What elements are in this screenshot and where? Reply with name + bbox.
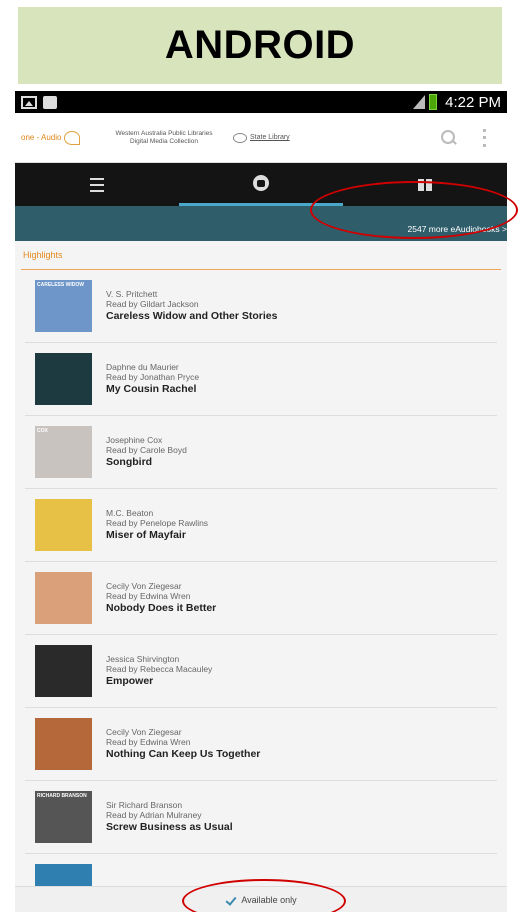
phone-screen: 4:22 PM one - Audio Western Australia Pu… — [15, 91, 507, 912]
book-reader: Read by Edwina Wren — [106, 591, 191, 601]
state-library-icon — [233, 132, 247, 143]
brand-logo[interactable]: one - Audio — [21, 130, 99, 145]
library-name-line2: Digital Media Collection — [130, 137, 198, 145]
app-header: one - Audio Western Australia Public Lib… — [15, 113, 507, 163]
book-meta: Daphne du Maurier Read by Jonathan Pryce M… — [106, 362, 199, 396]
book-reader: Read by Carole Boyd — [106, 445, 187, 455]
book-title: My Cousin Rachel — [106, 383, 197, 395]
book-title: Screw Business as Usual — [106, 821, 233, 833]
book-list-item[interactable]: Cecily Von Ziegesar Read by Edwina Wren No… — [25, 562, 497, 635]
book-meta: Jessica Shirvington Read by Rebecca Macau… — [106, 654, 212, 688]
book-author: Jessica Shirvington — [106, 654, 180, 664]
book-meta: Cecily Von Ziegesar Read by Edwina Wren No… — [106, 727, 260, 761]
state-library-logo: State Library — [233, 132, 290, 143]
status-time: 4:22 PM — [445, 93, 501, 111]
brand-swoosh-icon — [64, 130, 81, 145]
book-list-item[interactable]: CARELESS WIDOW V. S. Pritchett Read by Gil… — [25, 270, 497, 343]
more-audiobooks-link[interactable]: 2547 more eAudiobooks > — [408, 224, 507, 234]
book-author: Josephine Cox — [106, 435, 163, 445]
book-cover-image — [35, 645, 92, 697]
book-author: Sir Richard Branson — [106, 800, 183, 810]
book-author: Daphne du Maurier — [106, 362, 179, 372]
brand-name: one - Audio — [21, 133, 62, 142]
book-cover-image — [35, 353, 92, 405]
book-list-item[interactable]: Cecily Von Ziegesar Read by Edwina Wren No… — [25, 708, 497, 781]
book-list-item[interactable]: COX Josephine Cox Read by Carole Boyd Songb… — [25, 416, 497, 489]
book-author: Cecily Von Ziegesar — [106, 727, 182, 737]
library-name-line1: Western Australia Public Libraries — [115, 129, 213, 137]
book-meta: Cecily Von Ziegesar Read by Edwina Wren No… — [106, 581, 216, 615]
tab-bar — [15, 163, 507, 206]
available-only-filter[interactable]: Available only — [15, 886, 507, 912]
book-author: V. S. Pritchett — [106, 289, 158, 299]
android-banner: ANDROID — [18, 7, 502, 84]
book-reader: Read by Edwina Wren — [106, 737, 191, 747]
book-author: M.C. Beaton — [106, 508, 154, 518]
signal-icon — [413, 95, 426, 109]
book-reader: Read by Gildart Jackson — [106, 299, 199, 309]
book-list-item[interactable]: RICHARD BRANSON Sir Richard Branson Read b… — [25, 781, 497, 854]
section-title: Highlights — [21, 241, 501, 270]
book-list: CARELESS WIDOW V. S. Pritchett Read by Gil… — [15, 270, 507, 912]
search-icon[interactable] — [439, 129, 457, 147]
book-author: Cecily Von Ziegesar — [106, 581, 182, 591]
available-only-label: Available only — [241, 894, 297, 905]
book-meta: Josephine Cox Read by Carole Boyd Songbird — [106, 435, 187, 469]
book-cover-image: CARELESS WIDOW — [35, 280, 92, 332]
book-cover-text: COX — [37, 428, 48, 434]
overflow-menu-icon[interactable] — [483, 128, 487, 147]
book-cover-image: RICHARD BRANSON — [35, 791, 92, 843]
book-reader: Read by Jonathan Pryce — [106, 372, 200, 382]
book-cover-image — [35, 572, 92, 624]
book-list-item[interactable]: Jessica Shirvington Read by Rebecca Macau… — [25, 635, 497, 708]
book-cover-text: CARELESS WIDOW — [37, 282, 84, 288]
tab-ebooks[interactable] — [343, 163, 507, 206]
status-bar: 4:22 PM — [15, 91, 507, 113]
tab-list[interactable] — [15, 163, 179, 206]
book-reader: Read by Penelope Rawlins — [106, 518, 209, 528]
book-icon — [418, 178, 432, 191]
library-name: Western Australia Public Libraries Digit… — [109, 130, 219, 146]
book-title: Nothing Can Keep Us Together — [106, 748, 261, 760]
book-list-item[interactable]: M.C. Beaton Read by Penelope Rawlins Miser… — [25, 489, 497, 562]
book-meta: V. S. Pritchett Read by Gildart Jackson Ca… — [106, 289, 277, 323]
gallery-icon — [21, 95, 37, 109]
state-library-label: State Library — [250, 134, 290, 141]
book-cover-image — [35, 499, 92, 551]
book-title: Empower — [106, 675, 154, 687]
book-meta: Sir Richard Branson Read by Adrian Mulran… — [106, 800, 233, 834]
book-title: Nobody Does it Better — [106, 602, 217, 614]
banner-title: ANDROID — [164, 23, 356, 67]
battery-icon — [429, 94, 438, 110]
book-meta: M.C. Beaton Read by Penelope Rawlins Miser… — [106, 508, 208, 542]
book-title: Careless Widow and Other Stories — [106, 310, 278, 322]
book-title: Songbird — [106, 456, 153, 468]
book-list-item[interactable]: Daphne du Maurier Read by Jonathan Pryce M… — [25, 343, 497, 416]
headphones-icon — [253, 175, 269, 191]
book-title: Miser of Mayfair — [106, 529, 186, 541]
book-cover-text: RICHARD BRANSON — [37, 793, 87, 799]
shopping-bag-icon — [43, 95, 57, 109]
book-reader: Read by Rebecca Macauley — [106, 664, 213, 674]
book-cover-image — [35, 718, 92, 770]
list-icon — [90, 177, 104, 192]
book-reader: Read by Adrian Mulraney — [106, 810, 202, 820]
checkmark-icon — [225, 895, 235, 905]
tab-audiobooks[interactable] — [179, 163, 343, 206]
book-cover-image: COX — [35, 426, 92, 478]
more-audiobooks-bar: 2547 more eAudiobooks > — [15, 206, 507, 241]
